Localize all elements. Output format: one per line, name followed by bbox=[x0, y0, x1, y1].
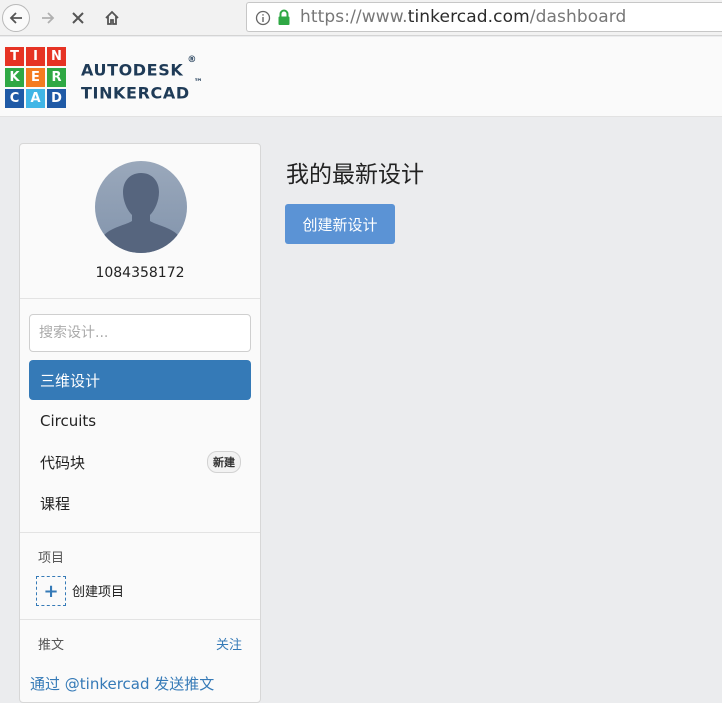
create-project-button[interactable]: + bbox=[36, 576, 66, 606]
user-silhouette-icon bbox=[100, 173, 182, 253]
logo-tile: C bbox=[5, 89, 24, 108]
sidebar: 1084358172 三维设计 Circuits 代码块 新建 课程 项目 + … bbox=[19, 143, 261, 703]
back-button[interactable] bbox=[2, 4, 30, 32]
browser-toolbar: https://www.tinkercad.com/dashboard bbox=[0, 0, 722, 36]
forward-button[interactable] bbox=[34, 4, 62, 32]
brand-name[interactable]: AUTODESK® TINKERCAD™ bbox=[81, 55, 203, 104]
logo-tile: T bbox=[5, 47, 24, 66]
close-icon bbox=[72, 12, 84, 24]
info-icon[interactable] bbox=[255, 10, 271, 26]
address-bar[interactable]: https://www.tinkercad.com/dashboard bbox=[246, 2, 722, 32]
menu-item-3d-designs[interactable]: 三维设计 bbox=[29, 360, 251, 400]
follow-link[interactable]: 关注 bbox=[216, 634, 242, 653]
create-project-label[interactable]: 创建项目 bbox=[72, 581, 124, 600]
url-text: https://www.tinkercad.com/dashboard bbox=[300, 7, 627, 27]
search-designs-input[interactable] bbox=[29, 314, 251, 352]
divider bbox=[20, 298, 260, 299]
tweet-link[interactable]: 通过 @tinkercad 发送推文 bbox=[30, 673, 214, 694]
username: 1084358172 bbox=[95, 265, 185, 281]
menu-item-label: Circuits bbox=[40, 412, 97, 430]
projects-heading: 项目 bbox=[38, 551, 65, 566]
menu-item-label: 三维设计 bbox=[40, 371, 101, 390]
stop-button[interactable] bbox=[64, 4, 92, 32]
lock-icon bbox=[278, 9, 290, 25]
logo-tile: K bbox=[5, 68, 24, 87]
avatar[interactable] bbox=[95, 161, 187, 253]
logo-tile: R bbox=[47, 68, 66, 87]
create-new-design-button[interactable]: 创建新设计 bbox=[285, 204, 395, 244]
forward-arrow-icon bbox=[42, 12, 55, 24]
page-title: 我的最新设计 bbox=[286, 162, 424, 188]
back-arrow-icon bbox=[9, 12, 22, 24]
menu-item-circuits[interactable]: Circuits bbox=[29, 401, 251, 441]
divider bbox=[20, 532, 260, 533]
menu-item-codeblocks[interactable]: 代码块 新建 bbox=[29, 442, 251, 482]
menu-item-label: 课程 bbox=[40, 494, 71, 513]
tinkercad-logo[interactable]: TIN KER CAD bbox=[5, 47, 66, 108]
logo-tile: I bbox=[26, 47, 45, 66]
menu-item-lessons[interactable]: 课程 bbox=[29, 483, 251, 523]
site-header: TIN KER CAD AUTODESK® TINKERCAD™ bbox=[0, 37, 722, 117]
plus-icon: + bbox=[43, 580, 59, 602]
logo-tile: E bbox=[26, 68, 45, 87]
menu-item-label: 代码块 bbox=[40, 453, 86, 472]
tweets-heading: 推文 bbox=[38, 638, 65, 653]
logo-tile: A bbox=[26, 89, 45, 108]
home-icon bbox=[105, 10, 119, 25]
logo-tile: D bbox=[47, 89, 66, 108]
logo-tile: N bbox=[47, 47, 66, 66]
new-badge: 新建 bbox=[207, 451, 241, 473]
home-button[interactable] bbox=[98, 4, 126, 32]
divider bbox=[20, 619, 260, 620]
